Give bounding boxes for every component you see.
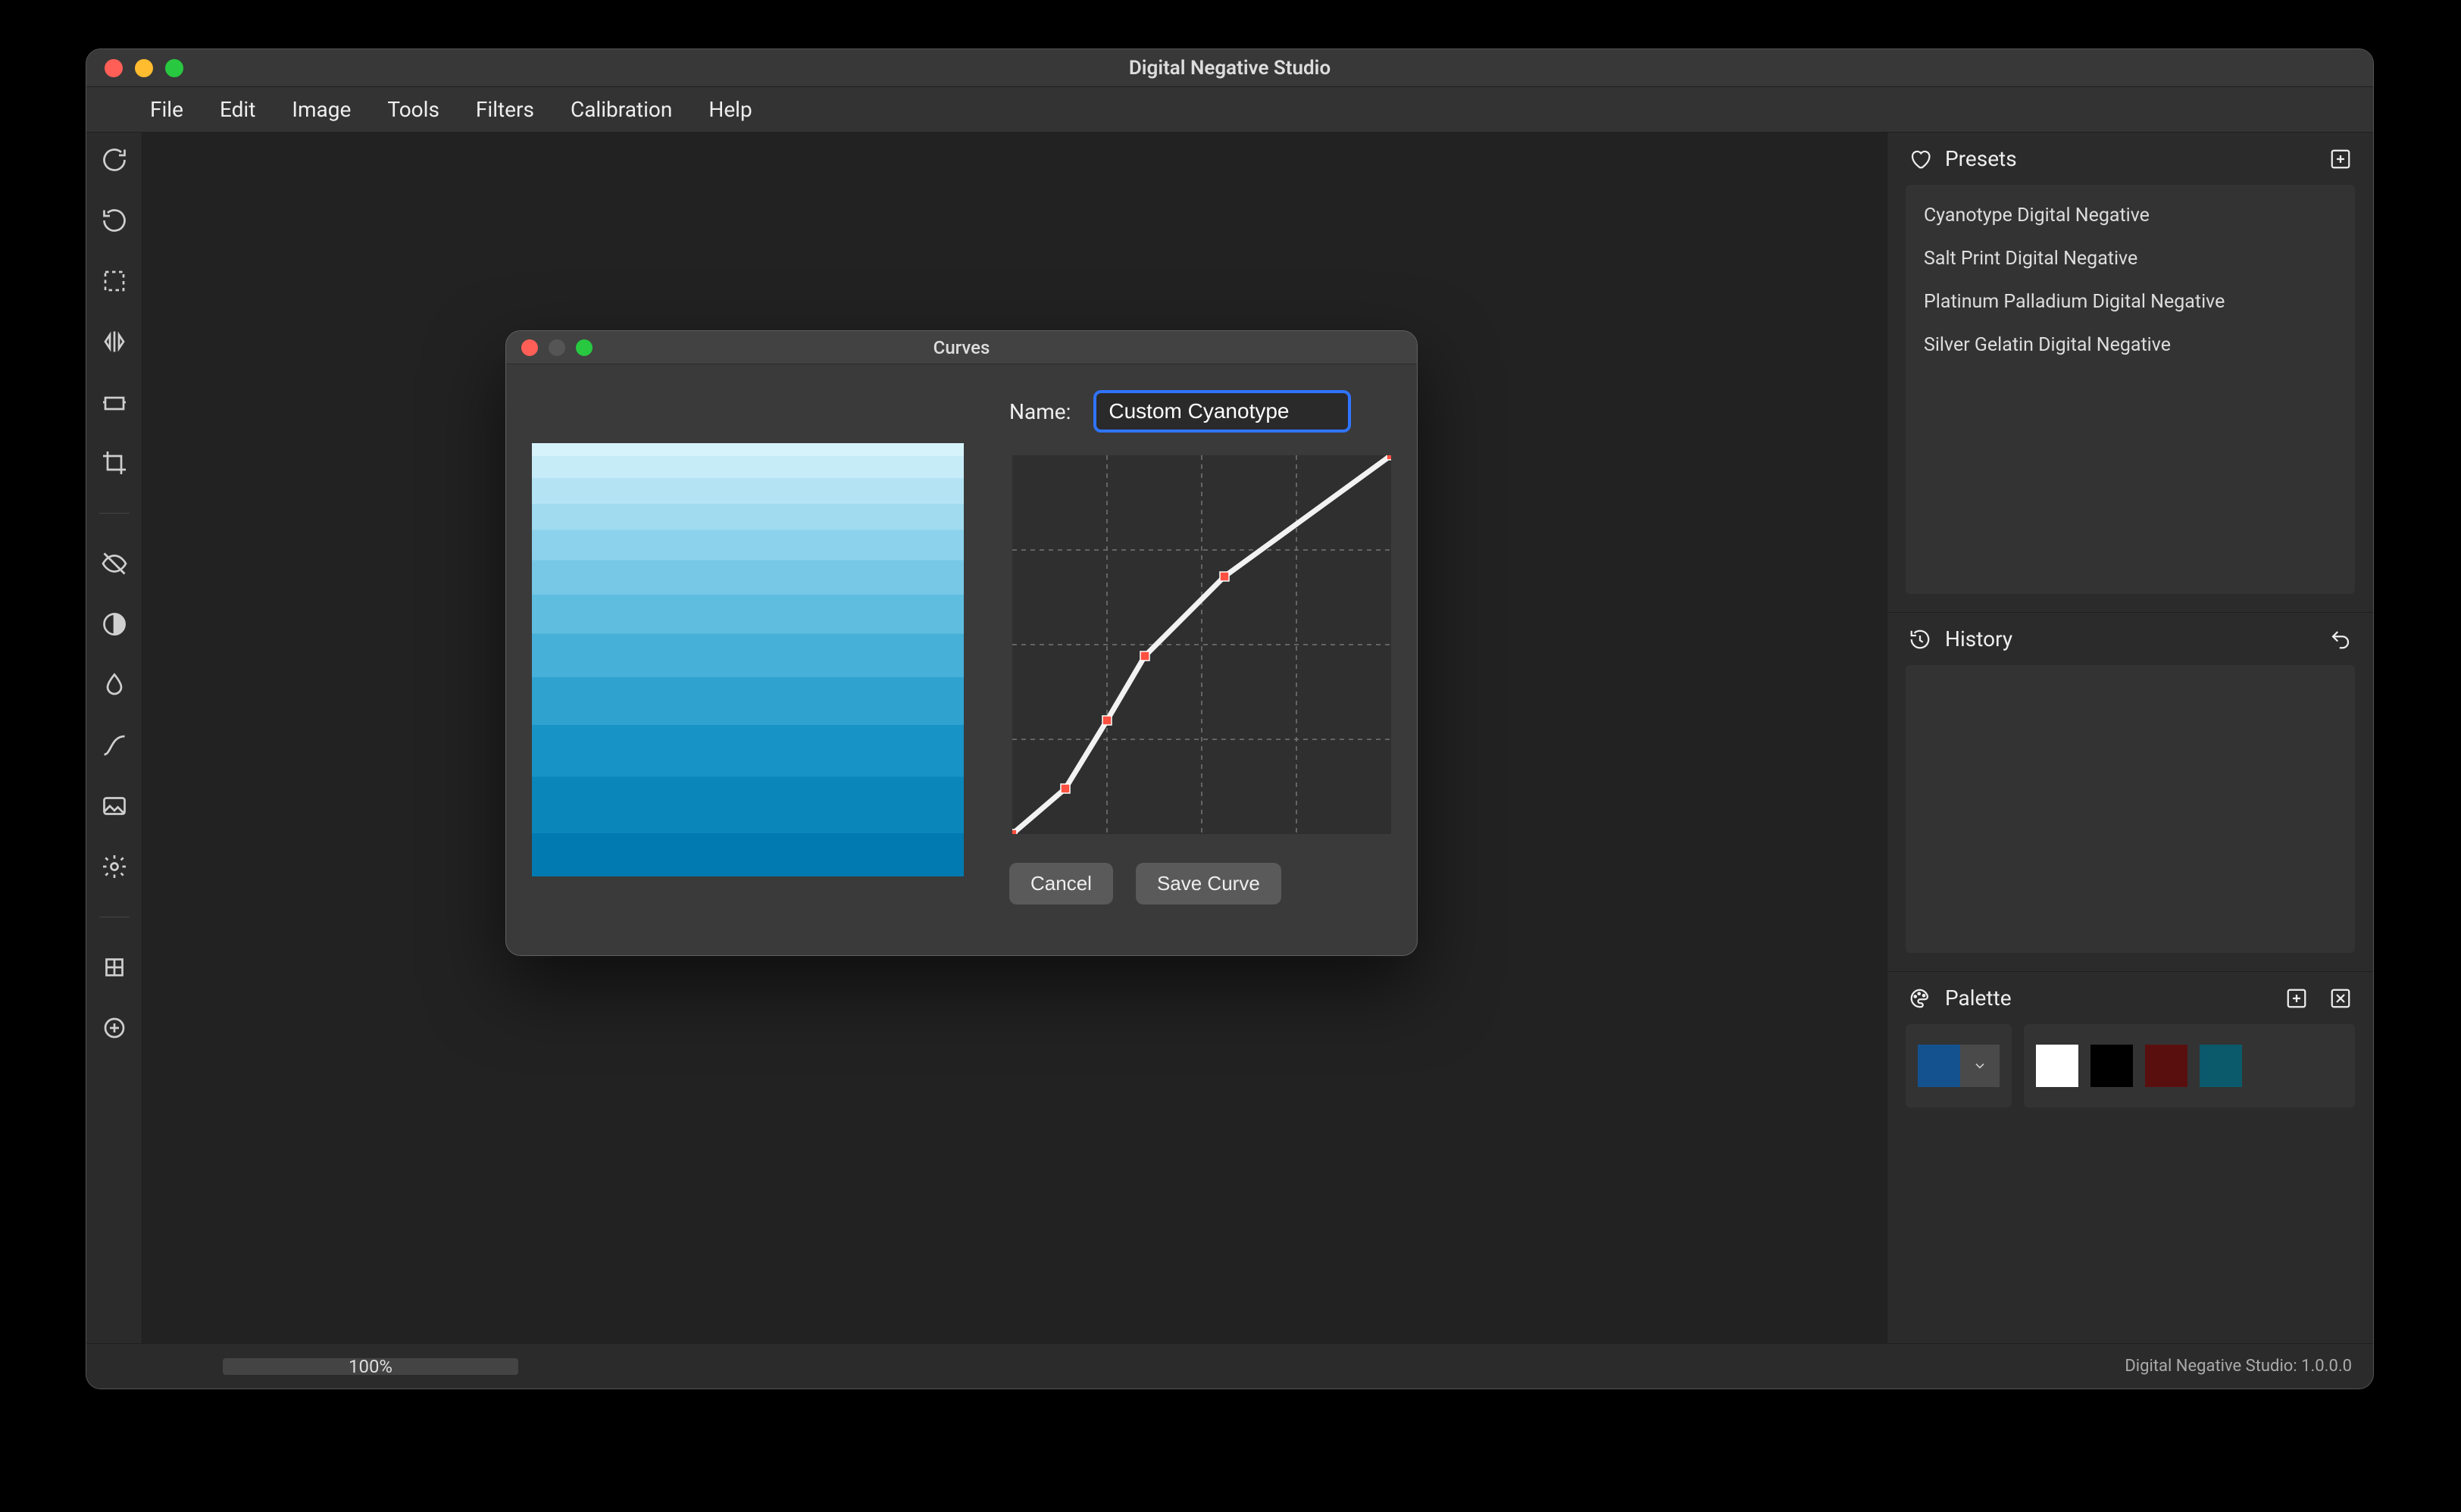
- menu-calibration[interactable]: Calibration: [571, 97, 672, 122]
- add-swatch-button[interactable]: [2285, 987, 2308, 1010]
- flip-horizontal-icon[interactable]: [101, 328, 128, 355]
- minimize-window-button[interactable]: [135, 59, 153, 77]
- image-icon[interactable]: [101, 792, 128, 820]
- palette-icon: [1909, 987, 1931, 1010]
- dialog-titlebar: Curves: [506, 331, 1417, 364]
- swatch[interactable]: [2036, 1045, 2078, 1087]
- preset-item[interactable]: Salt Print Digital Negative: [1906, 237, 2355, 280]
- rotate-ccw-icon[interactable]: [101, 207, 128, 234]
- dialog-title: Curves: [506, 337, 1417, 358]
- history-title: History: [1945, 626, 2012, 651]
- menu-tools[interactable]: Tools: [387, 97, 439, 122]
- visibility-off-icon[interactable]: [101, 550, 128, 577]
- add-preset-button[interactable]: [2329, 148, 2352, 170]
- curve-icon[interactable]: [101, 732, 128, 759]
- preset-item[interactable]: Cyanotype Digital Negative: [1906, 194, 2355, 237]
- history-icon: [1909, 628, 1931, 651]
- save-curve-button[interactable]: Save Curve: [1136, 863, 1281, 904]
- dialog-close-button[interactable]: [521, 339, 538, 356]
- delete-swatch-button[interactable]: [2329, 987, 2352, 1010]
- preset-item[interactable]: Platinum Palladium Digital Negative: [1906, 280, 2355, 323]
- palette-section: Palette: [1887, 972, 2373, 1126]
- history-section: History: [1887, 613, 2373, 972]
- close-window-button[interactable]: [105, 59, 123, 77]
- menubar: File Edit Image Tools Filters Calibratio…: [86, 87, 2373, 133]
- crop-icon[interactable]: [101, 449, 128, 476]
- menu-filters[interactable]: Filters: [476, 97, 534, 122]
- window-controls: [86, 59, 183, 77]
- progress-bar: 100%: [223, 1358, 518, 1375]
- history-list: [1906, 665, 2355, 953]
- right-panel: Presets Cyanotype Digital Negative Salt …: [1887, 133, 2373, 1343]
- curves-dialog: Curves Name:: [505, 330, 1418, 956]
- version-label: Digital Negative Studio: 1.0.0.0: [2125, 1357, 2352, 1376]
- ink-drop-icon[interactable]: [101, 671, 128, 698]
- active-swatch[interactable]: [1918, 1045, 2000, 1087]
- gear-icon[interactable]: [101, 853, 128, 880]
- target-icon[interactable]: [101, 1014, 128, 1042]
- presets-title: Presets: [1945, 146, 2017, 171]
- menu-edit[interactable]: Edit: [220, 97, 255, 122]
- menu-image[interactable]: Image: [292, 97, 351, 122]
- active-swatch-wrap: [1906, 1024, 2012, 1107]
- cancel-button[interactable]: Cancel: [1009, 863, 1113, 904]
- maximize-window-button[interactable]: [165, 59, 183, 77]
- resize-icon[interactable]: [101, 389, 128, 416]
- dialog-window-controls: [506, 339, 593, 356]
- app-title: Digital Negative Studio: [86, 57, 2373, 80]
- move-icon[interactable]: [101, 954, 128, 981]
- contrast-icon[interactable]: [101, 611, 128, 638]
- preview-image: [532, 443, 964, 876]
- dialog-maximize-button[interactable]: [576, 339, 593, 356]
- marquee-icon[interactable]: [101, 267, 128, 295]
- menu-file[interactable]: File: [150, 97, 183, 122]
- menu-help[interactable]: Help: [708, 97, 752, 122]
- progress-label: 100%: [223, 1356, 518, 1377]
- preset-list: Cyanotype Digital Negative Salt Print Di…: [1906, 185, 2355, 594]
- titlebar: Digital Negative Studio: [86, 49, 2373, 87]
- swatch[interactable]: [2200, 1045, 2242, 1087]
- left-toolbar: [86, 133, 142, 1343]
- swatch[interactable]: [2145, 1045, 2187, 1087]
- swatch-dropdown[interactable]: [1960, 1045, 2000, 1087]
- statusbar: 100% Digital Negative Studio: 1.0.0.0: [86, 1343, 2373, 1389]
- toolbar-separator: [99, 513, 130, 514]
- undo-button[interactable]: [2329, 628, 2352, 651]
- palette-title: Palette: [1945, 986, 2012, 1011]
- dialog-minimize-button[interactable]: [549, 339, 565, 356]
- name-label: Name:: [1009, 399, 1071, 424]
- swatch[interactable]: [2090, 1045, 2133, 1087]
- rotate-cw-icon[interactable]: [101, 146, 128, 173]
- preset-item[interactable]: Silver Gelatin Digital Negative: [1906, 323, 2355, 367]
- presets-section: Presets Cyanotype Digital Negative Salt …: [1887, 133, 2373, 613]
- curve-editor[interactable]: [1012, 455, 1391, 834]
- curve-name-input[interactable]: [1093, 390, 1351, 433]
- heart-icon: [1909, 148, 1931, 170]
